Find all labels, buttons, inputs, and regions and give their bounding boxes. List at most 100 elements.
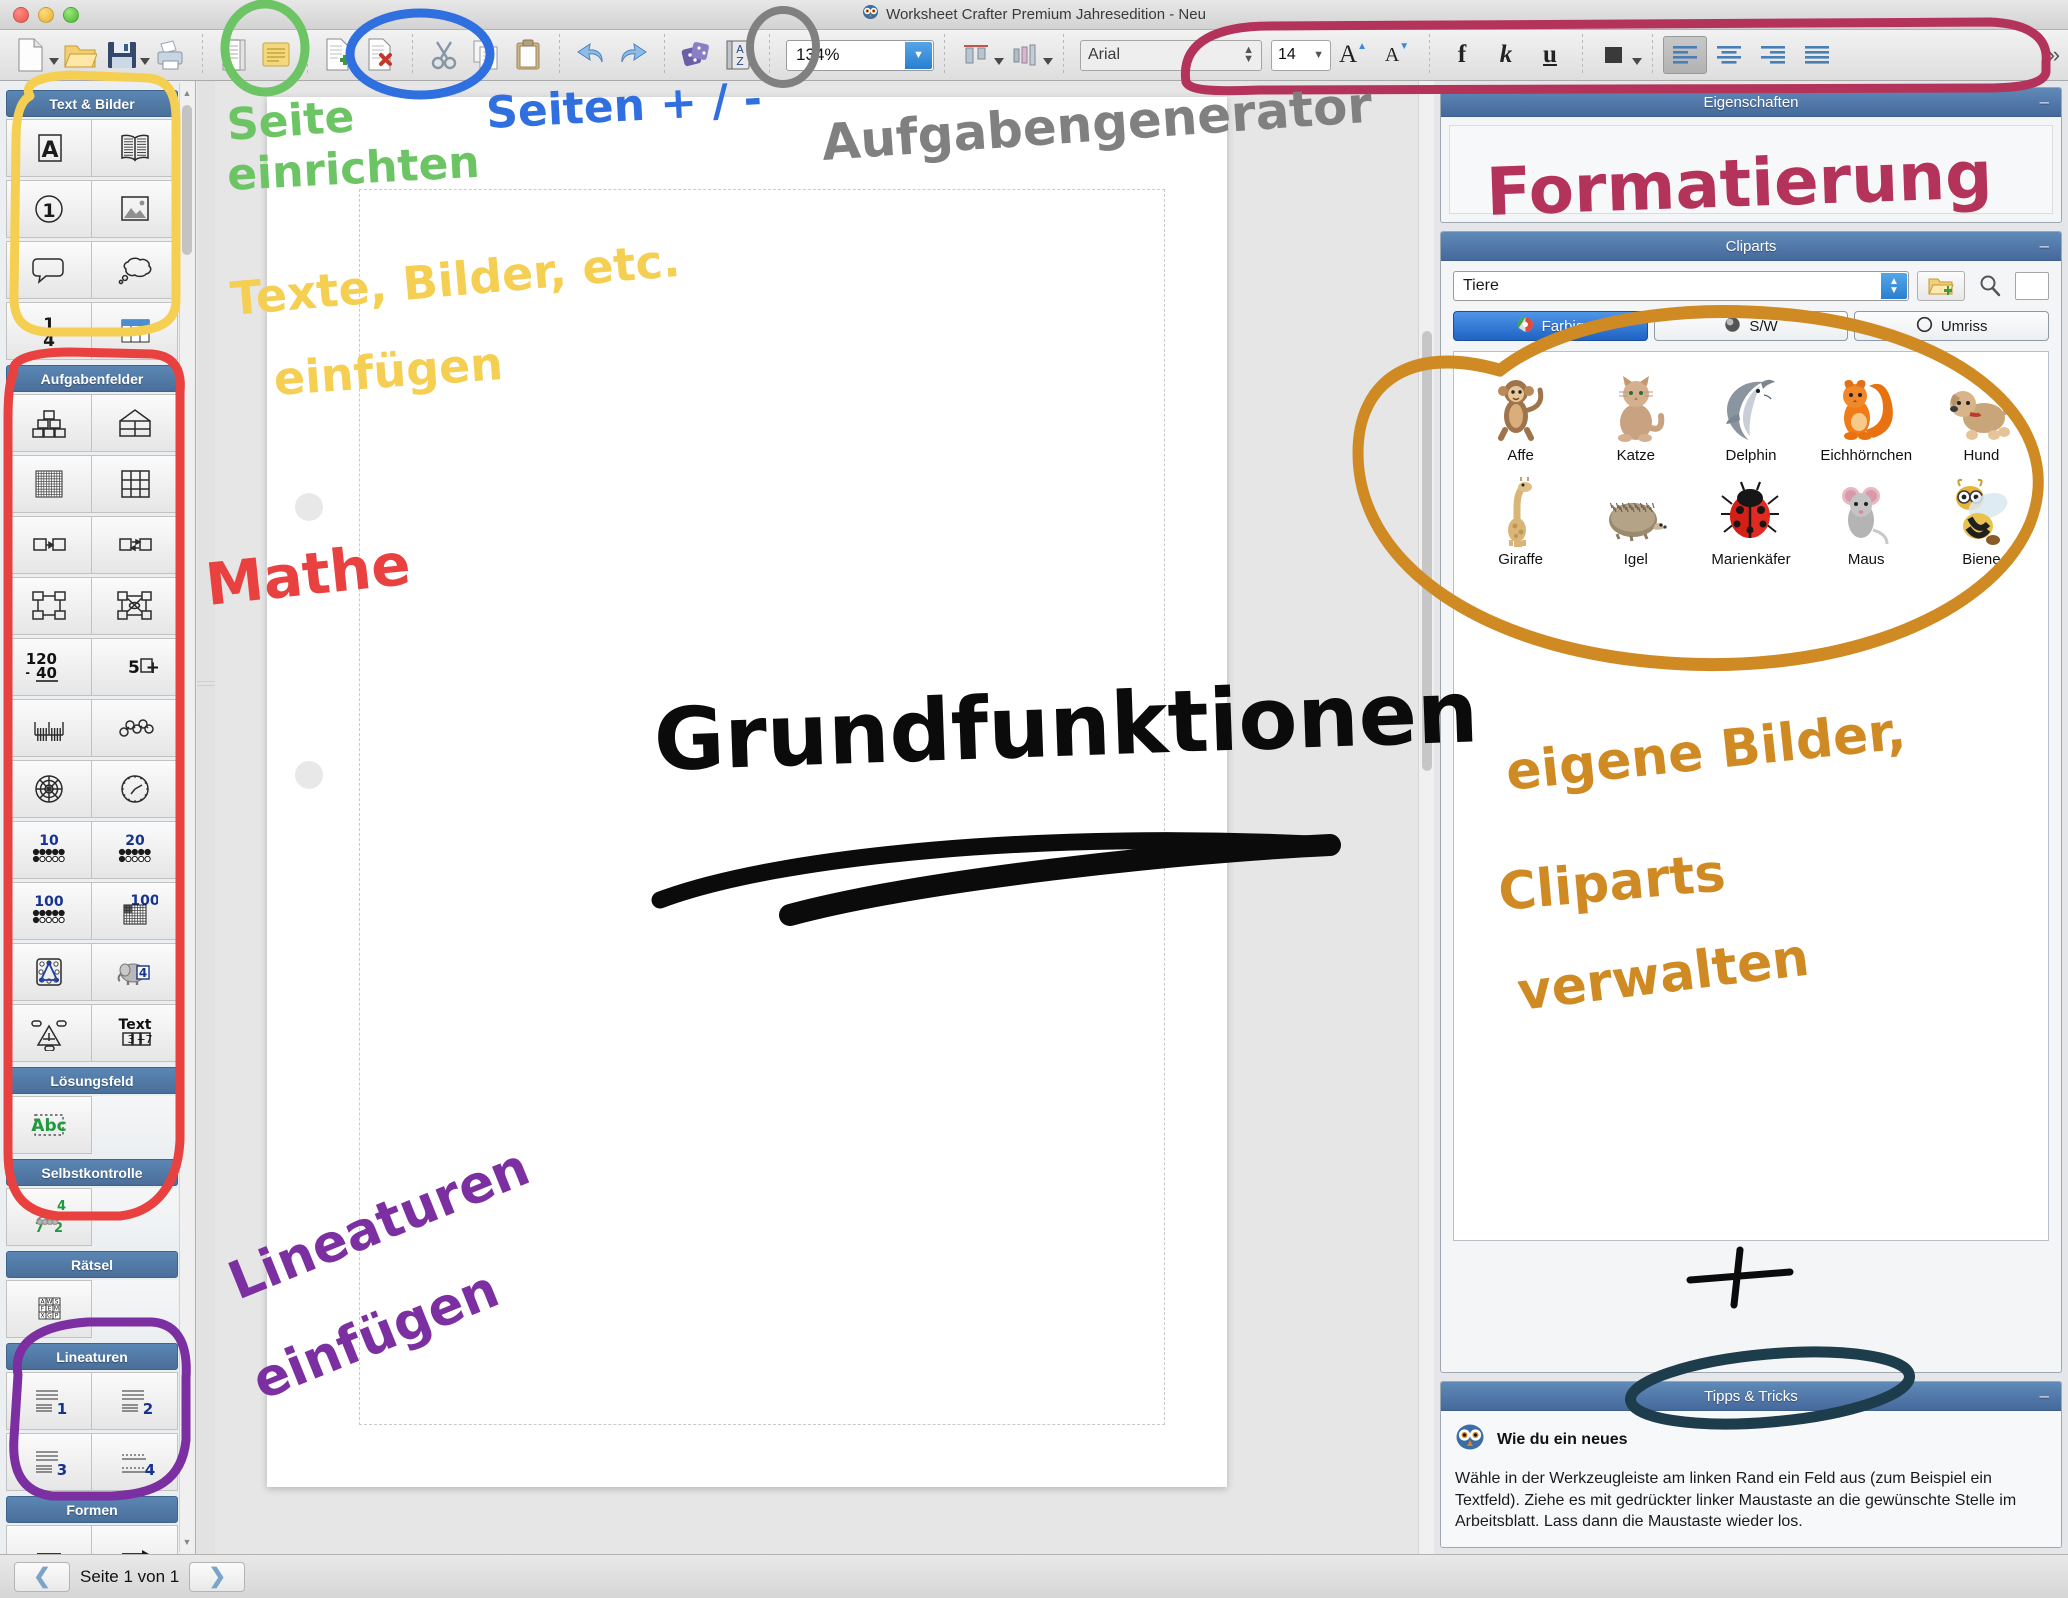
tool-text-equation[interactable]: Text 3 +7: [92, 1004, 178, 1062]
previous-page-button[interactable]: ❮: [14, 1561, 70, 1592]
sidebar-section-header[interactable]: Selbstkontrolle: [6, 1159, 178, 1186]
align-justify-button[interactable]: [1795, 36, 1839, 74]
tool-bead-chain[interactable]: [92, 699, 178, 757]
new-document-button[interactable]: [10, 34, 52, 76]
sidebar-section-header[interactable]: Formen: [6, 1496, 178, 1523]
tool-numbering[interactable]: 1: [6, 180, 92, 238]
tool-fraction[interactable]: 14: [6, 302, 92, 360]
clipart-item[interactable]: Igel: [1579, 470, 1692, 568]
copy-button[interactable]: [465, 34, 507, 76]
tool-arrow-chain[interactable]: [6, 516, 92, 574]
toolbar-overflow-button[interactable]: »: [2048, 42, 2060, 68]
tool-hundred-dots[interactable]: 100: [6, 882, 92, 940]
chevron-down-icon[interactable]: ▼: [1313, 49, 1324, 61]
add-page-button[interactable]: [318, 34, 360, 76]
tool-arrow[interactable]: [92, 1525, 178, 1554]
close-button[interactable]: [13, 6, 29, 23]
tool-fraction-circle[interactable]: [6, 760, 92, 818]
clipart-item[interactable]: Eichhörnchen: [1810, 366, 1923, 464]
sidebar-section-header[interactable]: Text & Bilder: [6, 90, 178, 117]
chevron-down-icon[interactable]: ▼: [905, 41, 932, 69]
notepad-button[interactable]: [255, 34, 297, 76]
cut-button[interactable]: [423, 34, 465, 76]
tool-triangle-sum[interactable]: [6, 1004, 92, 1062]
minimize-button[interactable]: [38, 6, 54, 23]
tool-column-addition[interactable]: 120+ 40: [6, 638, 92, 696]
tool-line[interactable]: [6, 1525, 92, 1554]
clipart-item[interactable]: Delphin: [1694, 366, 1807, 464]
zoom-input[interactable]: 134% ▼: [786, 39, 934, 71]
tool-arrow-cross-square[interactable]: [92, 577, 178, 635]
exercise-generator-button[interactable]: [675, 34, 717, 76]
minimize-icon[interactable]: –: [2040, 1387, 2049, 1404]
underline-button[interactable]: u: [1528, 35, 1572, 75]
tool-ten-field[interactable]: 10: [6, 821, 92, 879]
dictionary-button[interactable]: A Z: [717, 34, 759, 76]
tool-double-arrow-chain[interactable]: [92, 516, 178, 574]
tool-number-line[interactable]: [6, 699, 92, 757]
tool-counting-animal[interactable]: 4: [92, 943, 178, 1001]
tool-hundred-field[interactable]: [6, 455, 92, 513]
scroll-up-icon[interactable]: ▲: [181, 85, 193, 101]
sidebar-section-header[interactable]: Aufgabenfelder: [6, 365, 178, 392]
tool-self-check[interactable]: 472: [6, 1188, 92, 1246]
tool-arrow-square[interactable]: [6, 577, 92, 635]
sidebar-section-header[interactable]: Rätsel: [6, 1251, 178, 1278]
clipart-item[interactable]: Hund: [1925, 366, 2038, 464]
chevron-updown-icon[interactable]: ▲ ▼: [1881, 273, 1907, 299]
tool-clock[interactable]: [92, 760, 178, 818]
clipart-mode-umriss[interactable]: Umriss: [1854, 311, 2050, 341]
align-center-button[interactable]: [1707, 36, 1751, 74]
clipart-item[interactable]: Maus: [1810, 470, 1923, 568]
save-button[interactable]: [101, 34, 143, 76]
tool-grid-nine[interactable]: [92, 455, 178, 513]
font-family-stepper-icon[interactable]: ▲ ▼: [1243, 45, 1254, 65]
undo-button[interactable]: [570, 34, 612, 76]
clipart-item[interactable]: Giraffe: [1464, 470, 1577, 568]
window-controls[interactable]: [13, 6, 79, 23]
next-page-button[interactable]: ❯: [189, 1561, 246, 1592]
clipart-item[interactable]: Katze: [1579, 366, 1692, 464]
tool-image[interactable]: [92, 180, 178, 238]
font-family-select[interactable]: Arial ▲ ▼: [1080, 39, 1262, 71]
tool-hundred-grid[interactable]: 100: [92, 882, 178, 940]
tool-lineature-1[interactable]: 1: [6, 1372, 92, 1430]
maximize-button[interactable]: [63, 6, 79, 23]
tool-number-house[interactable]: [92, 394, 178, 452]
tool-number-pyramid[interactable]: [6, 394, 92, 452]
tool-speech-bubble[interactable]: [6, 241, 92, 299]
tool-geoboard[interactable]: [6, 943, 92, 1001]
tips-panel-header[interactable]: Tipps & Tricks –: [1441, 1382, 2061, 1412]
decrease-font-size-button[interactable]: A ▼: [1375, 35, 1419, 75]
canvas-vertical-scrollbar[interactable]: [1418, 81, 1434, 1554]
scroll-down-icon[interactable]: ▼: [181, 1534, 193, 1550]
redo-button[interactable]: [612, 34, 654, 76]
tool-table[interactable]: [92, 302, 178, 360]
open-folder-button[interactable]: [59, 34, 101, 76]
clipart-category-select[interactable]: Tiere ▲ ▼: [1453, 271, 1909, 301]
cliparts-panel-header[interactable]: Cliparts –: [1441, 232, 2061, 261]
align-horizontal-icon[interactable]: [1004, 34, 1046, 76]
clipart-search-button[interactable]: [1973, 271, 2007, 301]
tool-lineature-3[interactable]: 3: [6, 1433, 92, 1491]
tool-lineature-4[interactable]: 4: [92, 1433, 178, 1491]
worksheet-canvas[interactable]: [197, 81, 1434, 1554]
clipart-item[interactable]: Marienkäfer: [1694, 470, 1807, 568]
tool-twenty-field[interactable]: 20: [92, 821, 178, 879]
clipart-search-input[interactable]: [2015, 272, 2049, 300]
tool-book[interactable]: [92, 119, 178, 177]
sidebar-section-header[interactable]: Lösungsfeld: [6, 1067, 178, 1094]
tool-equation-box[interactable]: 5 +: [92, 638, 178, 696]
paste-button[interactable]: [507, 34, 549, 76]
minimize-icon[interactable]: –: [2040, 93, 2049, 110]
tool-lineature-2[interactable]: 2: [92, 1372, 178, 1430]
clipart-mode-s-w[interactable]: S/W: [1653, 311, 1849, 341]
bold-button[interactable]: f: [1440, 35, 1484, 75]
delete-page-button[interactable]: [360, 34, 402, 76]
align-vertical-icon[interactable]: [955, 34, 997, 76]
align-left-button[interactable]: [1663, 36, 1707, 74]
page-setup-button[interactable]: [213, 34, 255, 76]
tool-thought-bubble[interactable]: [92, 241, 178, 299]
italic-button[interactable]: k: [1484, 35, 1528, 75]
tool-solution-field[interactable]: Abc: [6, 1096, 92, 1154]
